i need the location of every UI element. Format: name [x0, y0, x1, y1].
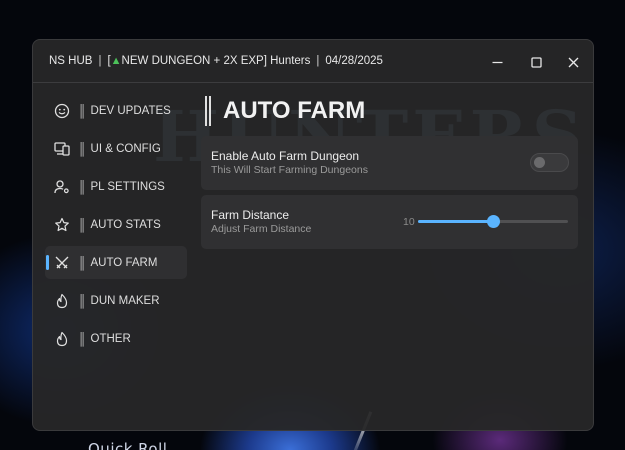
card-title: Farm Distance [211, 208, 290, 222]
sidebar-item-auto-farm[interactable]: ║ AUTO FARM [45, 246, 187, 279]
user-settings-icon [53, 178, 71, 196]
star-icon [53, 216, 71, 234]
close-icon [568, 57, 578, 67]
minimize-icon [492, 61, 502, 63]
sidebar-item-auto-stats[interactable]: ║ AUTO STATS [45, 208, 187, 241]
sidebar-item-label: PL SETTINGS [90, 180, 165, 193]
title-separator: | [98, 55, 102, 67]
toggle-knob [534, 157, 545, 168]
page-title-text: AUTO FARM [223, 97, 366, 124]
active-indicator [46, 255, 49, 270]
flame-icon [53, 292, 71, 310]
sidebar-item-label: UI & CONFIG [90, 142, 161, 155]
flame-icon [53, 330, 71, 348]
maximize-icon [530, 56, 542, 68]
label-divider: ║ [78, 179, 87, 194]
title-bars-decoration [205, 96, 211, 126]
farm-distance-card: Farm Distance Adjust Farm Distance 10 [201, 195, 578, 249]
main-panel: AUTO FARM Enable Auto Farm Dungeon This … [201, 94, 579, 249]
maximize-button[interactable] [525, 51, 547, 73]
title-date: 04/28/2025 [325, 55, 383, 67]
hub-window: HUNTERS NS HUB | [ ▲ NEW DUNGEON + 2X EX… [32, 39, 594, 431]
card-subtitle: This Will Start Farming Dungeons [211, 164, 368, 176]
auto-farm-dungeon-card[interactable]: Enable Auto Farm Dungeon This Will Start… [201, 136, 578, 190]
game-name: NEW DUNGEON + 2X EXP] Hunters [121, 55, 311, 67]
label-divider: ║ [78, 141, 87, 156]
sidebar-item-label: DUN MAKER [90, 294, 160, 307]
close-button[interactable] [562, 51, 584, 73]
label-divider: ║ [78, 103, 87, 118]
background-text: Quick Roll [88, 440, 168, 450]
sidebar-item-label: DEV UPDATES [90, 104, 171, 117]
label-divider: ║ [78, 255, 87, 270]
sidebar-item-pl-settings[interactable]: ║ PL SETTINGS [45, 170, 187, 203]
farm-distance-slider[interactable] [418, 215, 568, 228]
title-bar[interactable]: NS HUB | [ ▲ NEW DUNGEON + 2X EXP] Hunte… [33, 40, 593, 83]
slider-value: 10 [403, 216, 415, 228]
sidebar: ║ DEV UPDATES ║ UI & CONFIG ║ PL SETTING… [45, 94, 187, 360]
crossed-swords-icon [53, 254, 71, 272]
minimize-button[interactable] [486, 51, 508, 73]
page-title: AUTO FARM [201, 94, 579, 128]
sidebar-item-other[interactable]: ║ OTHER [45, 322, 187, 355]
card-subtitle: Adjust Farm Distance [211, 223, 312, 235]
label-divider: ║ [78, 331, 87, 346]
label-divider: ║ [78, 293, 87, 308]
sidebar-item-ui-config[interactable]: ║ UI & CONFIG [45, 132, 187, 165]
auto-farm-toggle[interactable] [530, 153, 569, 172]
card-title: Enable Auto Farm Dungeon [211, 149, 360, 163]
title-separator: | [316, 55, 320, 67]
sidebar-item-dev-updates[interactable]: ║ DEV UPDATES [45, 94, 187, 127]
sidebar-item-label: AUTO FARM [90, 256, 158, 269]
hub-name: NS HUB [49, 55, 93, 67]
smiley-icon [53, 102, 71, 120]
tree-icon: ▲ [110, 55, 122, 67]
devices-icon [53, 140, 71, 158]
sidebar-item-label: OTHER [90, 332, 131, 345]
sidebar-item-dun-maker[interactable]: ║ DUN MAKER [45, 284, 187, 317]
slider-fill [418, 220, 493, 223]
label-divider: ║ [78, 217, 87, 232]
slider-thumb[interactable] [487, 215, 500, 228]
sidebar-item-label: AUTO STATS [90, 218, 161, 231]
